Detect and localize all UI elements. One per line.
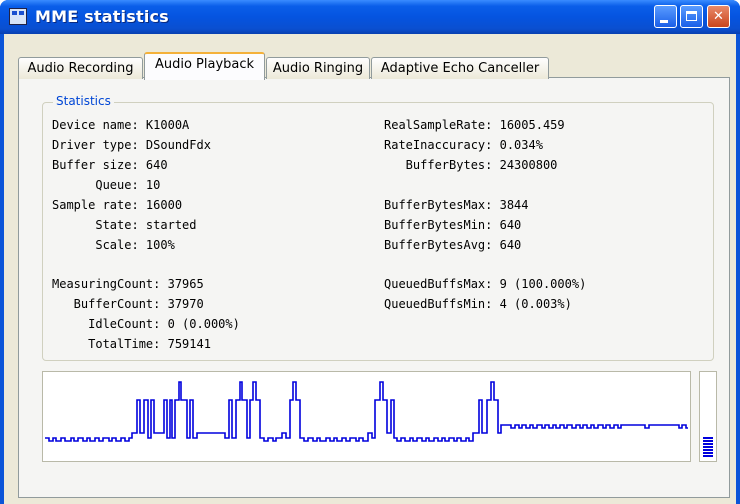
stat-state: State: started <box>52 218 197 232</box>
stat-rate-inaccuracy: RateInaccuracy: 0.034% <box>384 138 543 152</box>
stat-idle-count: IdleCount: 0 (0.000%) <box>52 317 240 331</box>
window-title: MME statistics <box>35 7 169 26</box>
tab-audio-recording[interactable]: Audio Recording <box>18 57 143 79</box>
stat-buffer-bytes-avg: BufferBytesAvg: 640 <box>384 238 522 252</box>
close-button[interactable]: ✕ <box>707 5 730 28</box>
statistics-group-label: Statistics <box>53 94 114 108</box>
stat-buffer-bytes-max: BufferBytesMax: 3844 <box>384 198 529 212</box>
buffer-history-graph <box>42 371 691 462</box>
stat-driver-type: Driver type: DSoundFdx <box>52 138 211 152</box>
client-area: Statistics Device name: K1000A Driver ty… <box>4 34 736 504</box>
tab-adaptive-echo-canceller[interactable]: Adaptive Echo Canceller <box>371 57 549 79</box>
stat-buffer-bytes-min: BufferBytesMin: 640 <box>384 218 522 232</box>
mme-statistics-window: MME statistics ✕ Statistics Device name:… <box>0 0 740 504</box>
stat-scale: Scale: 100% <box>52 238 175 252</box>
title-bar[interactable]: MME statistics ✕ <box>0 0 740 34</box>
tab-panel: Statistics Device name: K1000A Driver ty… <box>18 77 730 498</box>
stat-queued-buffs-max: QueuedBuffsMax: 9 (100.000%) <box>384 277 587 291</box>
meter-segment <box>703 437 713 439</box>
stat-queue: Queue: 10 <box>52 178 161 192</box>
app-icon[interactable] <box>9 8 27 25</box>
stat-buffer-count: BufferCount: 37970 <box>52 297 204 311</box>
meter-segment <box>703 452 713 454</box>
stat-buffer-size: Buffer size: 640 <box>52 158 168 172</box>
graph-trace <box>45 381 688 442</box>
stat-total-time: TotalTime: 759141 <box>52 337 211 351</box>
stat-queued-buffs-min: QueuedBuffsMin: 4 (0.003%) <box>384 297 572 311</box>
stat-real-sample-rate: RealSampleRate: 16005.459 <box>384 118 565 132</box>
minimize-button[interactable] <box>654 5 677 28</box>
level-meter <box>699 371 717 462</box>
meter-segment <box>703 443 713 445</box>
meter-segment <box>703 446 713 448</box>
tab-audio-playback[interactable]: Audio Playback <box>144 52 265 80</box>
meter-segment <box>703 455 713 457</box>
stat-sample-rate: Sample rate: 16000 <box>52 198 183 212</box>
stat-measuring-count: MeasuringCount: 37965 <box>52 277 204 291</box>
meter-segment <box>703 440 713 442</box>
tab-audio-ringing[interactable]: Audio Ringing <box>266 57 370 79</box>
stat-device-name: Device name: K1000A <box>52 118 190 132</box>
stat-buffer-bytes: BufferBytes: 24300800 <box>384 158 558 172</box>
maximize-button[interactable] <box>680 5 703 28</box>
meter-segment <box>703 449 713 451</box>
